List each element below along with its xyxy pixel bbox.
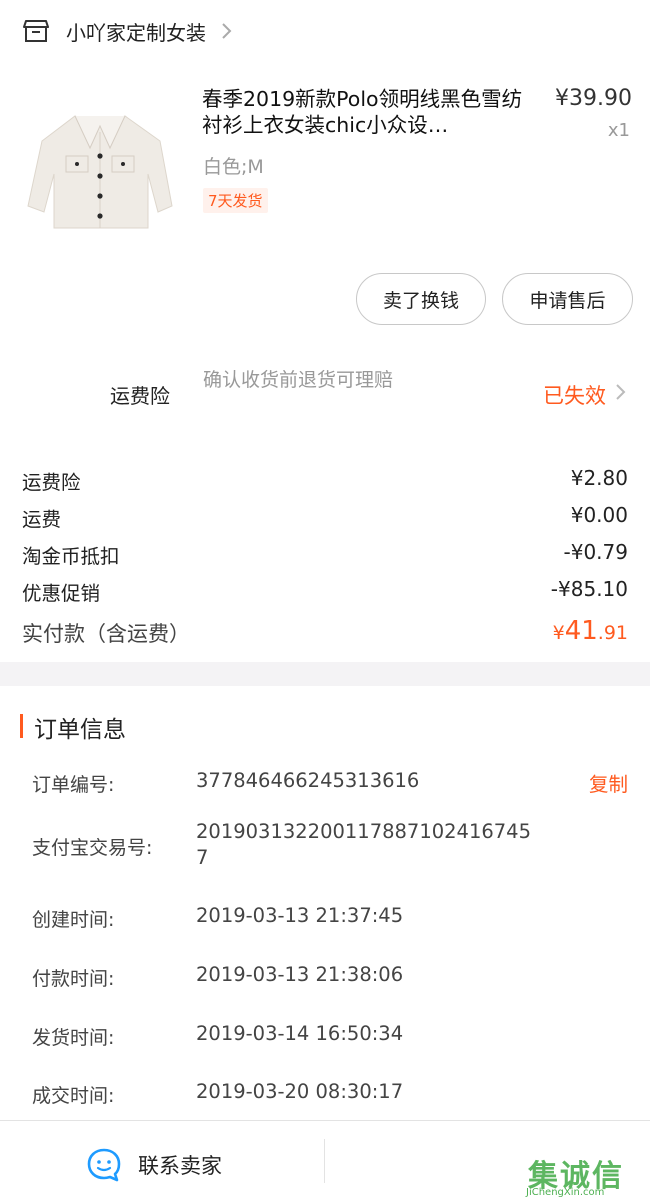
sell-button[interactable]: 卖了换钱	[356, 273, 486, 325]
fee-value: -¥85.10	[550, 577, 628, 601]
fee-label: 运费险	[22, 471, 81, 494]
info-label: 创建时间:	[32, 909, 115, 931]
after-sale-button[interactable]: 申请售后	[502, 273, 633, 325]
info-label: 支付宝交易号:	[32, 837, 153, 859]
total-decimal: .91	[597, 622, 628, 644]
shop-header[interactable]: 小吖家定制女装	[0, 0, 650, 62]
fee-value: ¥2.80	[570, 466, 628, 490]
alipay-trade-number: 2019031322001178871024167457	[196, 820, 531, 869]
fee-row: 运费险 ¥2.80	[0, 462, 650, 499]
total-amount: ¥41.91	[553, 616, 628, 646]
insurance-label: 运费险	[110, 384, 170, 408]
total-integer: 41	[564, 616, 598, 646]
chat-bubble-icon	[86, 1147, 122, 1183]
info-label: 发货时间:	[32, 1027, 115, 1049]
bottom-bar: 联系卖家 集诚信 JiChengXin.com	[0, 1120, 650, 1199]
fee-row: 淘金币抵扣 -¥0.79	[0, 536, 650, 573]
completed-time: 2019-03-20 08:30:17	[196, 1080, 404, 1103]
copy-button[interactable]: 复制	[589, 768, 628, 797]
created-time: 2019-03-13 21:37:45	[196, 904, 404, 927]
info-label: 订单编号:	[32, 774, 115, 796]
contact-seller-label: 联系卖家	[138, 1154, 222, 1178]
shop-icon	[22, 17, 50, 45]
shipping-insurance-row[interactable]: 运费险 确认收货前退货可理赔 已失效	[0, 360, 650, 430]
contact-seller-button[interactable]: 联系卖家	[86, 1147, 222, 1183]
product-image[interactable]	[20, 86, 180, 246]
product-title[interactable]: 春季2019新款Polo领明线黑色雪纺衬衫上衣女装chic小众设…	[202, 86, 532, 138]
fee-value: ¥0.00	[570, 503, 628, 527]
fee-row: 运费 ¥0.00	[0, 499, 650, 536]
info-label: 付款时间:	[32, 968, 115, 990]
product-quantity: x1	[607, 120, 630, 141]
total-currency: ¥	[552, 622, 565, 644]
insurance-description: 确认收货前退货可理赔	[203, 369, 394, 391]
fee-list: 运费险 ¥2.80 运费 ¥0.00 淘金币抵扣 -¥0.79 优惠促销 -¥8…	[0, 462, 650, 610]
fee-label: 优惠促销	[22, 582, 101, 605]
bar-divider	[324, 1139, 325, 1183]
order-number[interactable]: 377846466245313616	[196, 768, 536, 794]
chevron-right-icon	[616, 384, 626, 404]
section-divider	[0, 662, 650, 686]
shipping-badge: 7天发货	[203, 188, 268, 213]
paid-time: 2019-03-13 21:38:06	[196, 963, 404, 986]
watermark-logo: 集诚信 JiChengXin.com	[520, 1151, 638, 1198]
total-label: 实付款（含运费）	[22, 622, 190, 646]
shipped-time: 2019-03-14 16:50:34	[196, 1022, 404, 1045]
fee-value: -¥0.79	[563, 540, 628, 564]
order-info-title: 订单信息	[34, 717, 126, 743]
accent-bar	[20, 714, 23, 738]
product-price: ¥39.90	[555, 86, 632, 111]
watermark-subtext: JiChengXin.com	[526, 1187, 605, 1198]
order-item[interactable]: 春季2019新款Polo领明线黑色雪纺衬衫上衣女装chic小众设… ¥39.90…	[0, 72, 650, 262]
product-spec: 白色;M	[203, 156, 264, 178]
total-row: 实付款（含运费） ¥41.91	[0, 612, 650, 652]
fee-label: 运费	[22, 508, 62, 531]
order-info-header: 订单信息	[0, 706, 650, 746]
fee-label: 淘金币抵扣	[22, 545, 120, 568]
fee-row: 优惠促销 -¥85.10	[0, 573, 650, 610]
insurance-status: 已失效	[543, 384, 606, 408]
shop-name: 小吖家定制女装	[66, 20, 206, 45]
info-label: 成交时间:	[32, 1085, 115, 1107]
chevron-right-icon	[222, 23, 236, 39]
